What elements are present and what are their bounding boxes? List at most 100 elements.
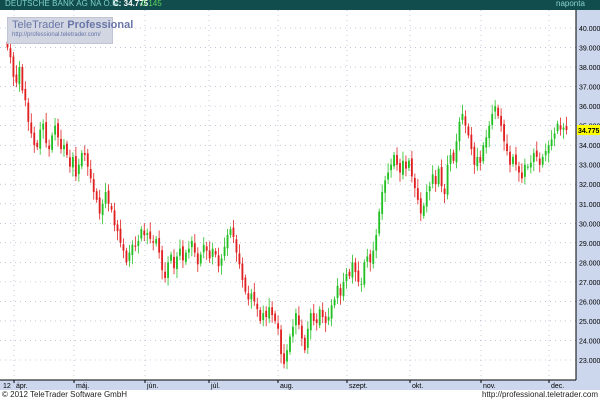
candle-body [520,172,523,179]
candle-body [107,190,110,204]
logo-title-bold: Professional [67,19,134,31]
candle-body [324,316,327,323]
candle-body [500,115,503,126]
candle-body [321,310,324,318]
copyright-text: © 2012 TeleTrader Software GmbH [2,390,128,399]
candle-body [21,67,24,91]
candle-body [410,158,413,177]
candle-body [122,244,125,251]
x-tick-label: jún. [146,383,158,390]
y-tick-label: 32.000 [579,182,600,189]
candle-body [309,313,312,331]
candle-body [250,293,253,300]
candle-body [167,262,169,278]
candle-body [464,116,467,126]
candle-body [375,235,378,251]
candle-body [476,156,479,167]
candle-body [98,197,101,214]
y-tick-label: 24.000 [579,338,600,345]
candle-body [241,263,244,280]
candle-body [57,123,59,138]
candle-body [83,152,86,155]
candle-body [190,240,193,248]
candle-body [292,326,294,337]
candle-body [425,192,428,207]
candle-body [312,313,315,321]
candle-body [434,176,437,185]
price-chart[interactable]: 23.000 24.000 25.000 26.000 27.000 28.000 29.0… [0,10,600,390]
candle-body [247,293,250,300]
candle-body [396,154,398,165]
period-label: naponta [556,0,585,8]
candle-body [140,229,143,239]
candle-body [515,154,517,165]
y-tick-label: 27.000 [579,280,600,287]
candle-body [63,145,65,150]
candle-body [101,203,104,216]
candle-body [271,307,274,316]
candle-body [562,127,565,130]
candle-body [51,135,54,150]
candle-body [164,271,167,278]
candle-body [506,143,508,152]
candle-body [402,160,404,175]
candle-body [9,48,12,58]
candle-body [187,248,190,253]
y-tick-label: 33.000 [579,163,600,170]
candle-body [443,188,446,194]
x-tick-label: szept. [349,383,368,390]
candle-body [18,67,21,85]
candle-body [428,186,431,192]
candle-body [458,121,461,142]
candle-body [60,138,62,150]
candle-body [176,256,178,269]
footer-url[interactable]: http://professional.teletrader.com [482,390,598,399]
grid-lines [0,10,576,378]
candle-body [491,113,494,125]
y-tick-label: 37.000 [579,85,600,92]
candle-body [413,177,416,189]
y-tick-label: 39.000 [579,46,600,53]
candle-body [149,231,152,239]
candle-body [360,283,363,285]
candle-body [280,329,282,355]
candle-body [523,164,526,177]
candle-body [116,224,119,232]
candle-body [509,151,511,165]
candle-body [372,250,375,264]
y-tick-label: 26.000 [579,299,600,306]
candle-body [339,288,342,296]
candle-body [259,310,262,321]
candle-body [86,153,89,167]
candle-body [170,254,172,261]
y-tick-label: 34.000 [579,143,600,150]
candle-body [449,154,452,164]
candle-body [125,250,128,263]
y-tick-label: 30.000 [579,221,600,228]
candle-body [110,206,113,210]
candle-body [30,122,33,134]
candle-body [202,244,205,253]
candle-body [77,164,80,175]
candle-body [550,139,553,146]
footer-bar: © 2012 TeleTrader Software GmbH http://p… [0,390,600,400]
candle-body [384,180,387,193]
candle-body [205,246,208,251]
candle-body [482,145,485,162]
candle-body [286,350,288,362]
candle-body [470,134,473,150]
candle-body [315,319,318,323]
candle-body [303,337,306,351]
candle-body [318,309,321,326]
y-tick-label: 36.000 [579,104,600,111]
candle-body [538,158,541,165]
candle-body [431,174,434,184]
candle-body [553,133,556,139]
candle-body [66,143,68,155]
candle-body [363,262,366,285]
instrument-name: DEUTSCHE BANK AG NA O.N. [5,0,121,8]
candle-body [494,106,497,112]
candle-body [265,310,268,318]
candle-body [253,292,256,302]
x-year-label: 12 [3,383,11,390]
